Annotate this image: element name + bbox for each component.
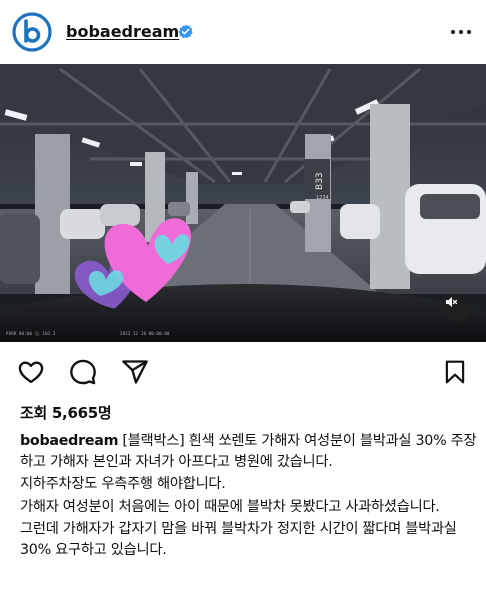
post-caption: bobaedream [블랙박스] 흰색 쏘렌토 가해자 여성분이 블박과실 3… bbox=[20, 431, 478, 562]
heart-outline-icon bbox=[18, 361, 44, 384]
share-button[interactable] bbox=[120, 357, 150, 387]
dashcam-overlay-right: 2022 12 18 00:00:00 bbox=[120, 331, 170, 336]
avatar[interactable] bbox=[12, 12, 52, 52]
save-button[interactable] bbox=[440, 357, 470, 387]
caption-paragraph-2: 지하주차장도 우측주행 해야합니다. bbox=[20, 476, 226, 492]
pillar-label: B33 bbox=[315, 172, 325, 190]
speaker-muted-icon bbox=[446, 297, 458, 307]
like-button[interactable] bbox=[16, 357, 46, 387]
view-count: 조회 5,665명 bbox=[20, 404, 112, 422]
bookmark-icon bbox=[445, 360, 465, 384]
ellipsis-horizontal-icon bbox=[451, 30, 455, 34]
post-header: bobaedream bbox=[0, 0, 486, 64]
post-video[interactable]: B33 1234 PARK 00:00 ⬛ 102.3 2022 12 18 0… bbox=[0, 64, 486, 342]
bobaedream-b-logo-icon bbox=[12, 12, 52, 52]
dashcam-parking-garage-video: B33 1234 bbox=[0, 64, 486, 342]
paper-plane-icon bbox=[122, 360, 148, 384]
dashcam-overlay-left: PARK 00:00 ⬛ 102.3 bbox=[6, 331, 56, 336]
comment-button[interactable] bbox=[68, 357, 98, 387]
mute-toggle-button[interactable] bbox=[444, 295, 472, 323]
caption-paragraph-4: 그런데 가해자가 갑자기 맘을 바꿔 블박차가 정지한 시간이 짧다며 블박과실… bbox=[20, 521, 457, 558]
more-options-button[interactable] bbox=[446, 24, 476, 40]
caption-paragraph-3: 가해자 여성분이 처음에는 아이 때문에 블박차 못봤다고 사과하셨습니다. bbox=[20, 498, 440, 515]
caption-username[interactable]: bobaedream bbox=[20, 433, 118, 449]
verified-badge-icon bbox=[178, 24, 193, 39]
caption-paragraph-1: bobaedream [블랙박스] 흰색 쏘렌토 가해자 여성분이 블박과실 3… bbox=[20, 431, 478, 472]
comment-bubble-icon bbox=[70, 359, 96, 385]
post-username[interactable]: bobaedream bbox=[66, 22, 179, 41]
pillar-sublabel: 1234 bbox=[316, 195, 329, 201]
